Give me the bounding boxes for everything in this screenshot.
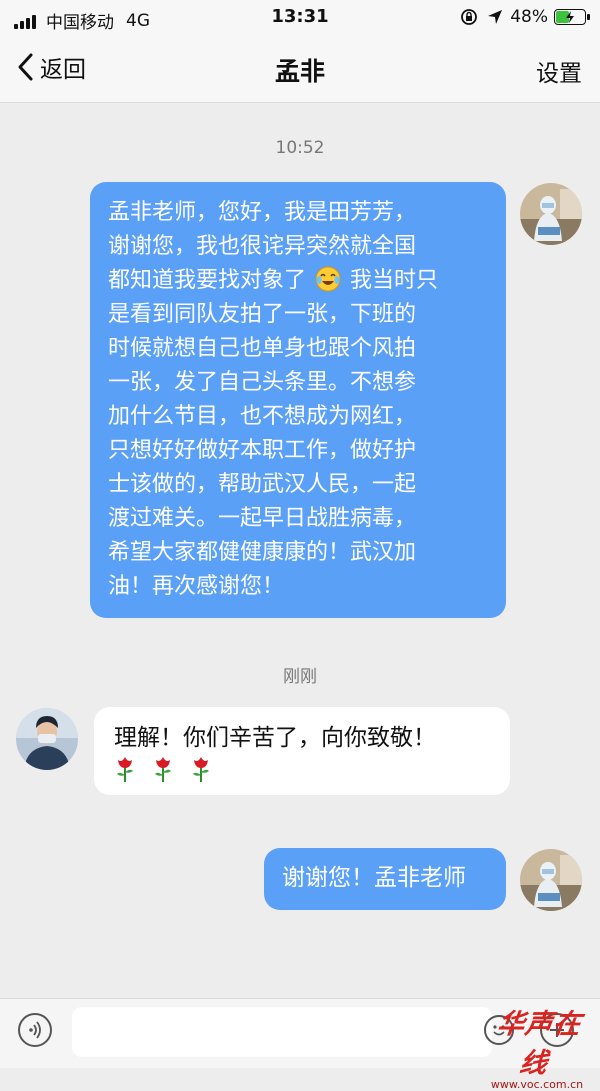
watermark-text: 华声在线 <box>495 1009 584 1079</box>
message-line: 士该做的，帮助武汉人民，一起 <box>108 472 417 497</box>
status-bar: 中国移动 4G 13:31 48% <box>0 0 600 34</box>
orientation-lock-icon <box>461 9 478 25</box>
battery-percent: 48% <box>510 7 548 27</box>
message-line: 一张，发了自己头条里。不想参 <box>108 370 417 395</box>
chat-title: 孟非 <box>274 57 325 86</box>
rose-emoji-icon <box>117 757 133 782</box>
message-line: 谢谢您，我也很诧异突然就全国 <box>108 234 417 259</box>
message-text: 理解！你们辛苦了，向你致敬！ <box>114 725 436 751</box>
incoming-message-bubble[interactable]: 理解！你们辛苦了，向你致敬！ <box>94 707 510 795</box>
message-line: 时候就想自己也单身也跟个风拍 <box>108 336 417 361</box>
message-line-part: 都知道我要找对象了 <box>108 268 307 293</box>
message-line: 都知道我要找对象了 我当时只 <box>108 264 490 298</box>
message-timestamp: 10:52 <box>275 138 325 158</box>
nurse-avatar-image <box>520 183 582 245</box>
message-text: 谢谢您！孟非老师 <box>282 865 466 891</box>
message-line: 加什么节目，也不想成为网红， <box>108 404 417 429</box>
my-avatar[interactable] <box>520 183 582 245</box>
battery-icon <box>554 9 590 25</box>
nav-bar: 返回 孟非 设置 <box>0 34 600 103</box>
my-avatar[interactable] <box>520 849 582 911</box>
charging-bolt-icon <box>566 11 574 23</box>
message-line: 渡过难关。一起早日战胜病毒， <box>108 506 417 531</box>
message-line: 油！再次感谢您！ <box>108 574 285 599</box>
status-right: 48% <box>460 7 590 27</box>
voice-input-button[interactable] <box>18 1013 52 1047</box>
emoji-row <box>114 755 494 783</box>
voice-icon <box>29 1021 41 1039</box>
contact-avatar[interactable] <box>16 708 78 770</box>
message-line: 希望大家都健健康康的！武汉加 <box>108 540 417 565</box>
outgoing-message-bubble[interactable]: 孟非老师，您好，我是田芳芳， 谢谢您，我也很诧异突然就全国 都知道我要找对象了 … <box>90 182 506 618</box>
man-avatar-image <box>16 708 78 770</box>
message-line: 只想好好做好本职工作，做好护 <box>108 438 417 463</box>
crying-laughing-emoji-icon <box>315 266 341 292</box>
watermark-logo: 华声在线 www.voc.com.cn <box>482 1002 592 1091</box>
rose-emoji-icon <box>155 757 171 782</box>
message-input[interactable] <box>72 1007 492 1057</box>
location-icon <box>488 10 503 24</box>
settings-button[interactable]: 设置 <box>536 54 582 88</box>
rose-emoji-icon <box>193 757 209 782</box>
outgoing-message-bubble[interactable]: 谢谢您！孟非老师 <box>264 848 506 910</box>
message-line: 是看到同队友拍了一张，下班的 <box>108 302 417 327</box>
message-line: 孟非老师，您好，我是田芳芳， <box>108 200 417 225</box>
message-timestamp: 刚刚 <box>283 667 317 687</box>
nurse-avatar-image <box>520 849 582 911</box>
message-line-part: 我当时只 <box>350 268 439 293</box>
